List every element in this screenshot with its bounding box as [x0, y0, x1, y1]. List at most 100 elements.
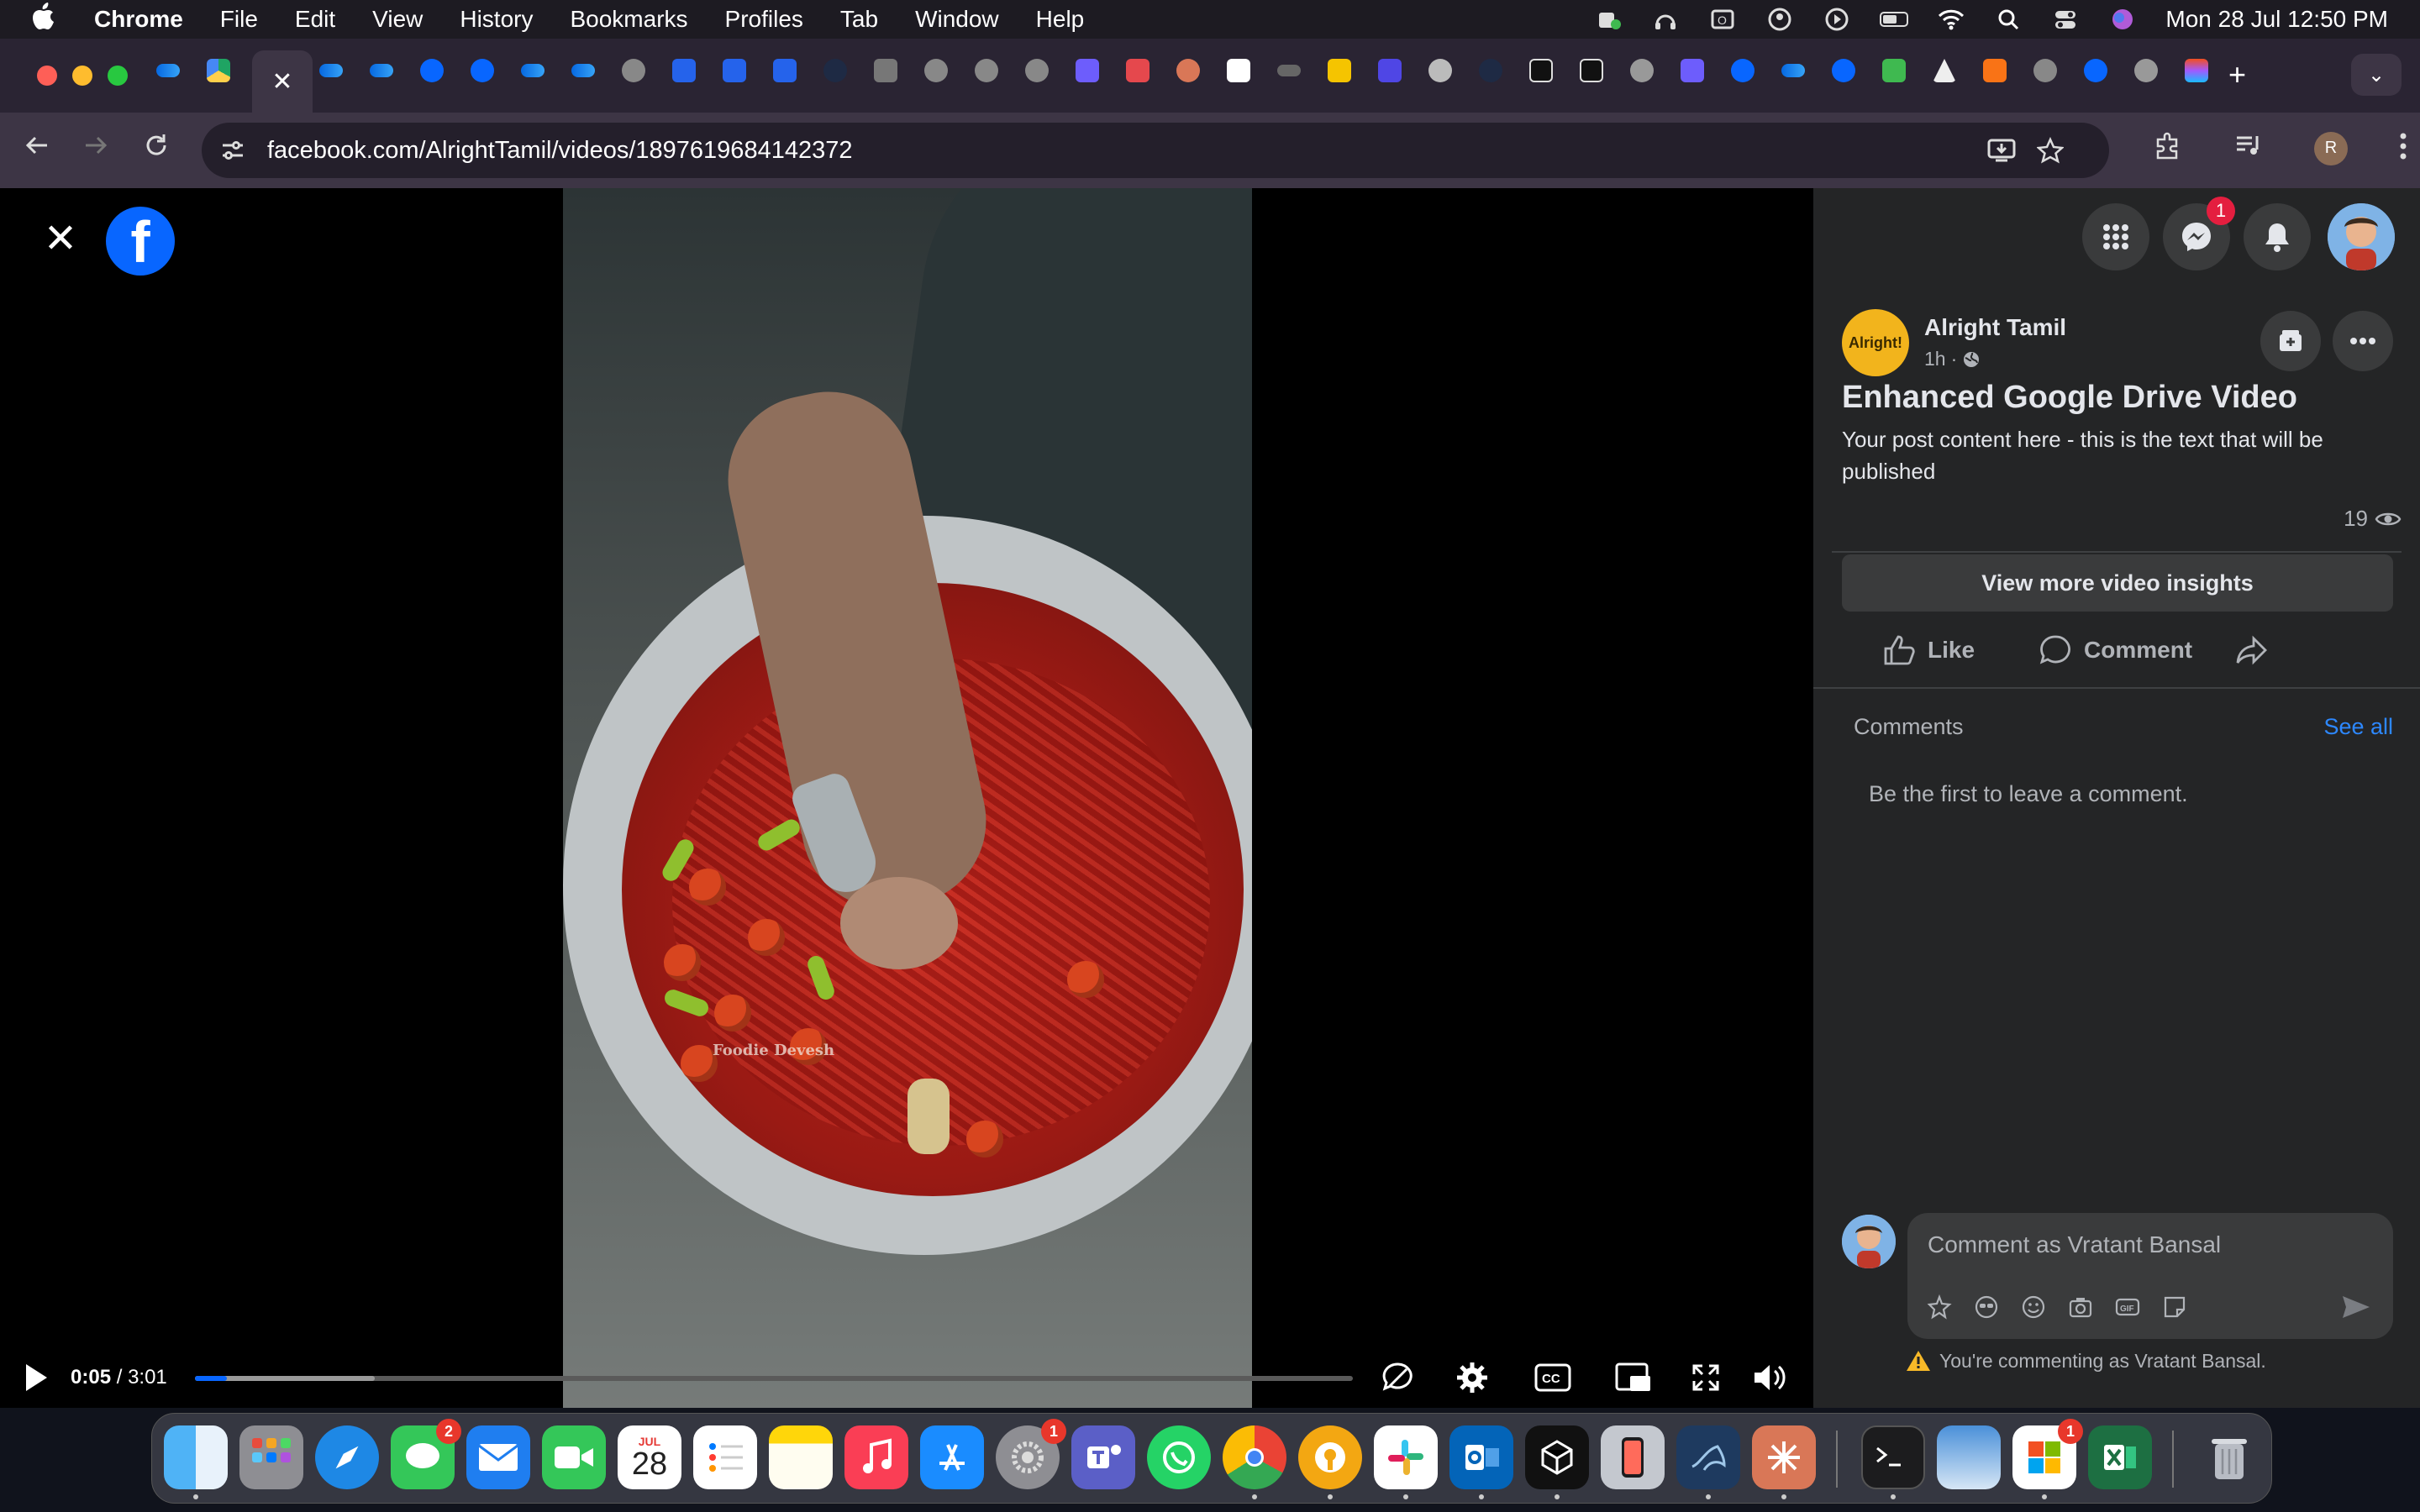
preview-window-icon[interactable]	[1937, 1425, 2001, 1489]
profile-avatar[interactable]: R	[2314, 131, 2348, 165]
app-tab-icon[interactable]	[1529, 59, 1553, 82]
app-tab-icon[interactable]	[672, 59, 696, 82]
notes-icon[interactable]	[769, 1425, 833, 1489]
see-all-link[interactable]: See all	[2323, 714, 2393, 740]
comment-input[interactable]: Comment as Vratant Bansal	[1928, 1231, 2221, 1258]
safari-icon[interactable]	[315, 1425, 379, 1489]
app-tab-icon[interactable]	[1882, 59, 1906, 82]
comment-composer[interactable]: Comment as Vratant Bansal GIF	[1907, 1213, 2393, 1339]
new-tab-button[interactable]: +	[2228, 57, 2246, 92]
tab-search-button[interactable]: ⌄	[2351, 54, 2402, 96]
account-avatar[interactable]	[2328, 203, 2395, 270]
globe-tab-icon[interactable]	[924, 59, 948, 82]
excel-icon[interactable]	[2088, 1425, 2152, 1489]
save-post-button[interactable]	[2260, 311, 2321, 371]
settings-tab-icon[interactable]	[1428, 59, 1452, 82]
share-button[interactable]	[2235, 622, 2269, 679]
seek-bar[interactable]	[195, 1376, 1353, 1381]
menu-bookmarks[interactable]: Bookmarks	[570, 6, 687, 33]
app-tab-icon[interactable]	[1328, 59, 1351, 82]
globe-tab-icon[interactable]	[622, 59, 645, 82]
site-info-icon[interactable]	[220, 138, 245, 163]
extensions-icon[interactable]	[2153, 131, 2183, 165]
page-name[interactable]: Alright Tamil	[1924, 314, 2066, 341]
globe-tab-icon[interactable]	[2033, 59, 2057, 82]
claude-tab-icon[interactable]	[1176, 59, 1200, 82]
outlook-status-icon[interactable]: O	[1708, 7, 1737, 32]
pip-button[interactable]	[1613, 1357, 1654, 1398]
gif-icon[interactable]: GIF	[2114, 1294, 2141, 1320]
battery-icon[interactable]	[1880, 7, 1909, 32]
bookmark-star-icon[interactable]	[2032, 123, 2069, 178]
avatar-face-icon[interactable]	[1973, 1294, 2000, 1320]
app-tab-icon[interactable]	[1126, 59, 1150, 82]
menu-profiles[interactable]: Profiles	[725, 6, 803, 33]
close-window-button[interactable]	[37, 66, 57, 86]
microsoft-office-icon[interactable]: 1	[2012, 1419, 2083, 1489]
user-status-icon[interactable]	[1765, 7, 1794, 32]
meta-tab-icon[interactable]	[521, 64, 544, 77]
system-settings-icon[interactable]: 1	[996, 1419, 1066, 1489]
globe-tab-icon[interactable]	[1025, 59, 1049, 82]
chrome-tab-icon[interactable]	[1630, 59, 1654, 82]
mail-icon[interactable]	[466, 1425, 530, 1489]
messages-icon[interactable]: 2	[391, 1419, 461, 1489]
app-tab-icon[interactable]	[1580, 59, 1603, 82]
menu-tab[interactable]: Tab	[840, 6, 878, 33]
video-frame[interactable]: Foodie Devesh	[563, 188, 1252, 1408]
spotlight-search-icon[interactable]	[1994, 7, 2023, 32]
menu-view[interactable]: View	[372, 6, 423, 33]
app-tab-icon[interactable]	[1277, 65, 1301, 76]
meta-tab-icon[interactable]	[1781, 64, 1805, 77]
notifications-button[interactable]	[2244, 203, 2311, 270]
app-tab-icon[interactable]	[1933, 59, 1956, 82]
active-tab[interactable]: ✕	[252, 50, 313, 113]
close-viewer-button[interactable]: ✕	[40, 217, 81, 261]
app-tab-icon[interactable]	[1076, 59, 1099, 82]
calendar-icon[interactable]: JUL 28	[618, 1425, 681, 1489]
reload-button[interactable]	[138, 131, 175, 166]
headphones-icon[interactable]	[1651, 7, 1680, 32]
finder-icon[interactable]	[164, 1425, 228, 1489]
app-store-icon[interactable]	[920, 1425, 984, 1489]
facebook-logo[interactable]: f	[106, 207, 175, 276]
apple-menu-icon[interactable]	[30, 2, 64, 37]
play-button[interactable]	[24, 1362, 49, 1393]
menu-help[interactable]: Help	[1036, 6, 1085, 33]
outlook-icon[interactable]	[1449, 1425, 1513, 1489]
cube-app-icon[interactable]	[1525, 1425, 1589, 1489]
post-age[interactable]: 1h	[1924, 348, 1946, 370]
vpn-icon[interactable]	[1298, 1425, 1362, 1489]
emoji-icon[interactable]	[2020, 1294, 2047, 1320]
commenter-avatar[interactable]	[1842, 1215, 1896, 1268]
close-tab-icon[interactable]: ✕	[271, 67, 292, 97]
music-icon[interactable]	[844, 1425, 908, 1489]
more-options-button[interactable]	[2333, 311, 2393, 371]
send-comment-button[interactable]	[2341, 1294, 2371, 1325]
teams-icon[interactable]	[1071, 1425, 1135, 1489]
play-status-icon[interactable]	[1823, 7, 1851, 32]
chrome-menu-icon[interactable]	[2398, 131, 2408, 165]
menu-app-name[interactable]: Chrome	[94, 6, 183, 33]
chrome-icon[interactable]	[1223, 1425, 1286, 1489]
wifi-icon[interactable]	[1937, 7, 1965, 32]
claude-icon[interactable]	[1752, 1425, 1816, 1489]
like-button[interactable]: Like	[1882, 622, 1975, 679]
facebook-tab-icon[interactable]	[2084, 59, 2107, 82]
zoom-window-button[interactable]	[108, 66, 128, 86]
meta-tab-icon[interactable]	[319, 64, 343, 77]
mysql-workbench-icon[interactable]	[1676, 1425, 1740, 1489]
clock[interactable]: Mon 28 Jul 12:50 PM	[2165, 6, 2388, 33]
siri-icon[interactable]	[2108, 7, 2137, 32]
settings-button[interactable]	[1452, 1357, 1492, 1398]
meta-tab-icon[interactable]	[156, 64, 180, 77]
app-tab-icon[interactable]	[1681, 59, 1704, 82]
comment-button[interactable]: Comment	[2039, 622, 2192, 679]
facebook-tab-icon[interactable]	[1832, 59, 1855, 82]
teams-status-icon[interactable]	[1594, 7, 1623, 32]
iphone-mirroring-icon[interactable]	[1601, 1425, 1665, 1489]
facebook-tab-icon[interactable]	[420, 59, 444, 82]
app-tab-icon[interactable]	[773, 59, 797, 82]
camera-icon[interactable]	[2067, 1294, 2094, 1320]
globe-tab-icon[interactable]	[975, 59, 998, 82]
